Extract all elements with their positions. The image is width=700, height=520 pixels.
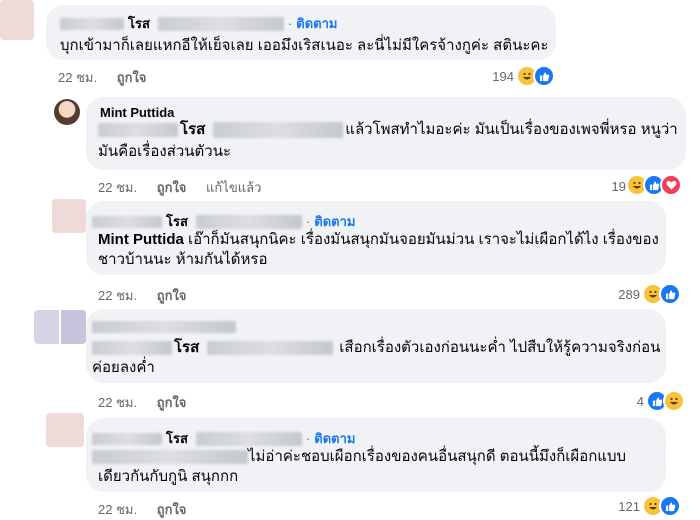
comment-text: เอ๊าก็มันสนุกนิคะ เรื่องมันสนุกมันจอยมัน… <box>188 231 659 248</box>
reaction-count: 194 <box>492 69 514 84</box>
comment-bubble: โรส · ติดตาม ไม่อ่าค่ะชอบเผือกเรื่องของค… <box>86 418 666 492</box>
separator-dot: · <box>305 214 311 229</box>
timestamp[interactable]: 22 ชม. <box>58 67 97 88</box>
reactions[interactable] <box>626 174 682 196</box>
comment-bubble: Mint Puttida โรส แล้วโพสทำไมอะค่ะ มันเป็… <box>86 97 686 170</box>
comment-meta: 22 ชม. ถูกใจ แก้ไขแล้ว <box>98 177 261 198</box>
comment-meta: 22 ชม. ถูกใจ <box>58 67 146 88</box>
mention-link[interactable]: โรส <box>180 119 205 141</box>
reaction-count: 289 <box>618 287 640 302</box>
comment-text: ชาวบ้านนะ ห้ามกันได้หรอ <box>98 251 268 268</box>
haha-reaction-icon <box>663 390 685 412</box>
mention-link[interactable]: โรส <box>174 337 199 359</box>
commenter-name[interactable]: Mint Puttida <box>100 105 174 120</box>
like-button[interactable]: ถูกใจ <box>157 177 187 198</box>
like-button[interactable]: ถูกใจ <box>157 499 187 520</box>
redacted-name <box>92 432 162 445</box>
separator-dot: · <box>305 431 311 446</box>
comment-bubble: โรส · ติดตาม บุกเข้ามาก็เลยแหกอีให้เย็จเ… <box>46 5 556 60</box>
timestamp[interactable]: 22 ชม. <box>98 392 137 413</box>
avatar[interactable] <box>34 310 86 344</box>
redacted-name <box>207 341 334 355</box>
comment-text: ค่อยลงค่ำ <box>92 359 155 376</box>
follow-button[interactable]: ติดตาม <box>296 13 337 34</box>
avatar[interactable] <box>46 413 84 447</box>
redacted-name <box>92 341 172 355</box>
timestamp[interactable]: 22 ชม. <box>98 177 137 198</box>
comment-text: เดียวกันกับกูนิ สนุกกก <box>98 468 239 485</box>
reactions[interactable] <box>646 390 685 412</box>
comment-bubble: โรส · ติดตาม Mint Puttida เอ๊าก็มันสนุกน… <box>86 201 666 275</box>
reaction-count: 4 <box>636 394 644 409</box>
reaction-count: 121 <box>618 499 640 514</box>
like-button[interactable]: ถูกใจ <box>157 392 187 413</box>
like-reaction-icon <box>659 283 681 305</box>
redacted-name <box>195 214 302 229</box>
comment-text: บุกเข้ามาก็เลยแหกอีให้เย็จเลย เออมึงเริส… <box>60 37 549 54</box>
comment-text: แล้วโพสทำไมอะค่ะ มันเป็นเรื่องของเพจพี่ห… <box>345 121 678 138</box>
love-reaction-icon <box>660 174 682 196</box>
avatar[interactable] <box>52 199 86 233</box>
reactions[interactable] <box>516 65 555 87</box>
like-reaction-icon <box>533 65 555 87</box>
redacted-name <box>195 431 302 446</box>
edited-label[interactable]: แก้ไขแล้ว <box>206 177 261 198</box>
comment-bubble: โรส เสือกเรื่องตัวเองก่อนนะค่ำ ไปสืบให้ร… <box>86 309 666 383</box>
comment-text: เสือกเรื่องตัวเองก่อนนะค่ำ ไปสืบให้รู้คว… <box>339 339 661 356</box>
comment-meta: 22 ชม. ถูกใจ <box>98 285 186 306</box>
comment-meta: 22 ชม. ถูกใจ <box>98 499 186 520</box>
redacted-name <box>60 17 124 30</box>
comment-meta: 22 ชม. ถูกใจ <box>98 392 186 413</box>
separator-dot: · <box>287 16 293 31</box>
timestamp[interactable]: 22 ชม. <box>98 285 137 306</box>
redacted-name <box>213 122 344 138</box>
like-button[interactable]: ถูกใจ <box>157 285 187 306</box>
comment-text: ไม่อ่าค่ะชอบเผือกเรื่องของคนอื่นสนุกดี ต… <box>248 448 626 465</box>
like-button[interactable]: ถูกใจ <box>117 67 147 88</box>
timestamp[interactable]: 22 ชม. <box>98 499 137 520</box>
mention-link[interactable]: Mint Puttida <box>98 231 184 248</box>
redacted-name <box>92 450 248 464</box>
redacted-name <box>98 123 178 137</box>
redacted-name <box>157 16 284 31</box>
comment-text: มันคือเรื่องส่วนตัวนะ <box>98 143 232 160</box>
redacted-name <box>92 215 162 228</box>
commenter-name[interactable]: โรส <box>128 13 150 34</box>
reactions[interactable] <box>642 283 681 305</box>
reaction-count: 19 <box>611 179 626 194</box>
avatar[interactable] <box>54 99 80 125</box>
redacted-name <box>92 321 236 333</box>
avatar[interactable] <box>0 0 34 40</box>
